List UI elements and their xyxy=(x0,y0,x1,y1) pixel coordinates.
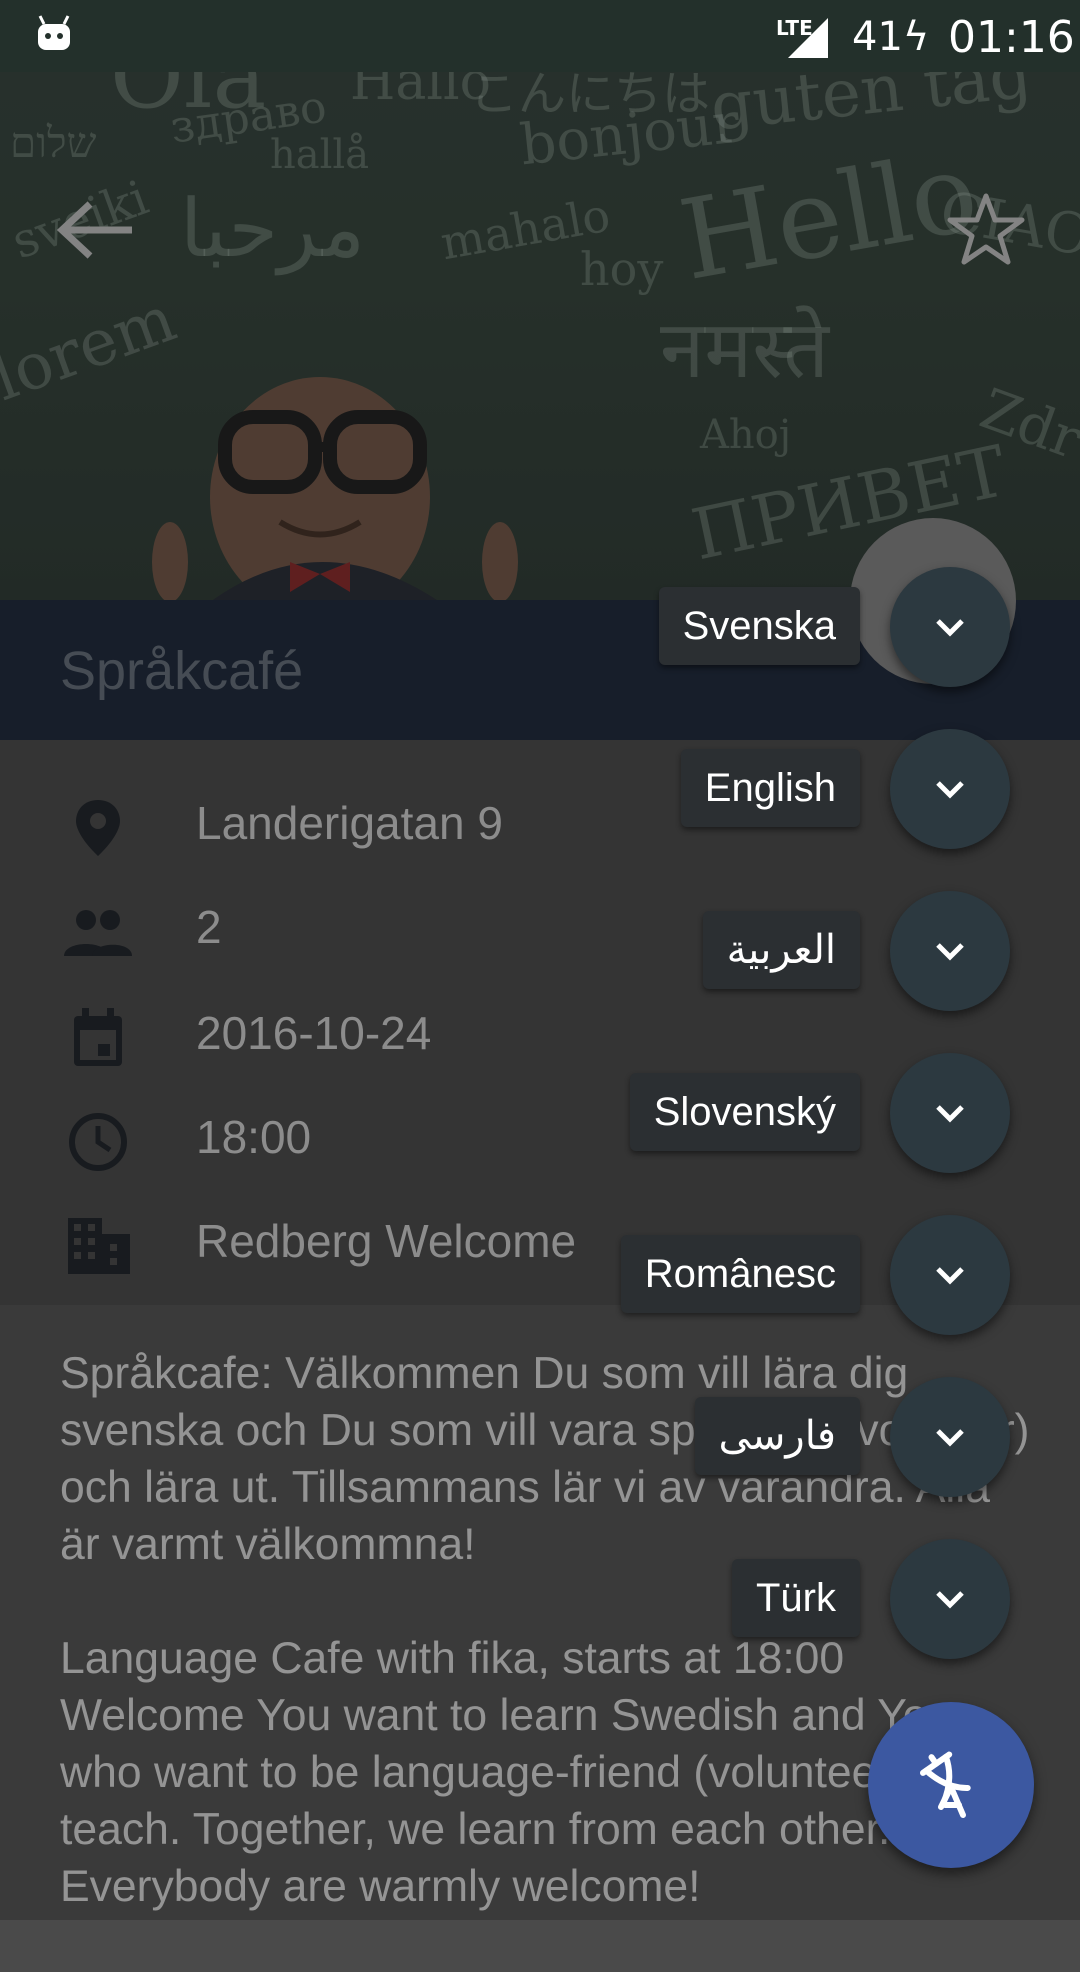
language-mini-fab[interactable] xyxy=(890,1215,1010,1335)
chevron-down-icon xyxy=(936,1105,964,1123)
language-mini-fab[interactable] xyxy=(890,891,1010,1011)
language-label[interactable]: English xyxy=(680,749,860,827)
language-mini-fab[interactable] xyxy=(890,567,1010,687)
charging-icon: ϟ xyxy=(902,14,930,60)
chevron-down-icon xyxy=(936,1267,964,1285)
language-option-romanian[interactable]: Românesc xyxy=(0,1215,1080,1335)
translate-fab[interactable] xyxy=(868,1702,1034,1868)
chevron-down-icon xyxy=(936,1591,964,1609)
language-option-arabic[interactable]: العربية xyxy=(0,891,1080,1011)
battery-level: 41ϟ xyxy=(852,14,930,60)
chevron-down-icon xyxy=(936,943,964,961)
language-mini-fab[interactable] xyxy=(890,1053,1010,1173)
language-label[interactable]: Slovenský xyxy=(629,1073,860,1151)
language-label[interactable]: Românesc xyxy=(620,1235,860,1313)
signal-icon xyxy=(788,18,828,58)
clock: 01:16 xyxy=(948,12,1075,63)
translate-icon xyxy=(919,1751,971,1818)
language-option-farsi[interactable]: فارسی xyxy=(0,1377,1080,1497)
language-option-slovak[interactable]: Slovenský xyxy=(0,1053,1080,1173)
language-mini-fab[interactable] xyxy=(890,729,1010,849)
chevron-down-icon xyxy=(936,1429,964,1447)
chevron-down-icon xyxy=(936,619,964,637)
status-bar: LTE 41ϟ 01:16 xyxy=(0,0,1080,72)
language-label[interactable]: Svenska xyxy=(658,587,860,665)
language-option-english[interactable]: English xyxy=(0,729,1080,849)
language-label[interactable]: Türk xyxy=(732,1559,860,1637)
android-robot-icon xyxy=(38,15,70,50)
language-label[interactable]: فارسی xyxy=(694,1397,860,1475)
language-label[interactable]: العربية xyxy=(702,911,860,989)
language-mini-fab[interactable] xyxy=(890,1539,1010,1659)
language-option-turkish[interactable]: Türk xyxy=(0,1539,1080,1659)
chevron-down-icon xyxy=(936,781,964,799)
language-option-svenska[interactable]: Svenska xyxy=(0,567,1080,687)
language-mini-fab[interactable] xyxy=(890,1377,1010,1497)
